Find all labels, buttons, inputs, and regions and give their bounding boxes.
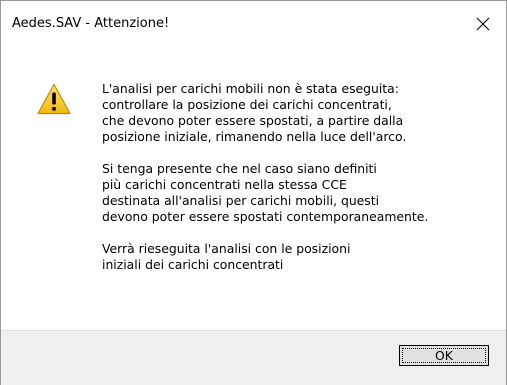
window-title: Aedes.SAV - Attenzione!: [12, 16, 170, 31]
dialog-content: L'analisi per carichi mobili non è stata…: [1, 47, 506, 330]
message-paragraph-3: Verrà rieseguita l'analisi con le posizi…: [102, 241, 351, 272]
close-icon: [476, 17, 490, 31]
title-bar[interactable]: Aedes.SAV - Attenzione!: [1, 1, 506, 47]
message-paragraph-1: L'analisi per carichi mobili non è stata…: [102, 81, 407, 144]
dialog-window: Aedes.SAV - Attenzione! L'analisi per ca…: [0, 0, 507, 385]
ok-button-label: OK: [435, 348, 453, 363]
message-text: L'analisi per carichi mobili non è stata…: [102, 81, 502, 289]
message-paragraph-2: Si tenga presente che nel caso siano def…: [102, 161, 429, 224]
warning-icon: [37, 83, 71, 115]
close-button[interactable]: [460, 1, 506, 47]
button-bar: OK: [1, 330, 506, 385]
ok-button[interactable]: OK: [399, 345, 489, 366]
